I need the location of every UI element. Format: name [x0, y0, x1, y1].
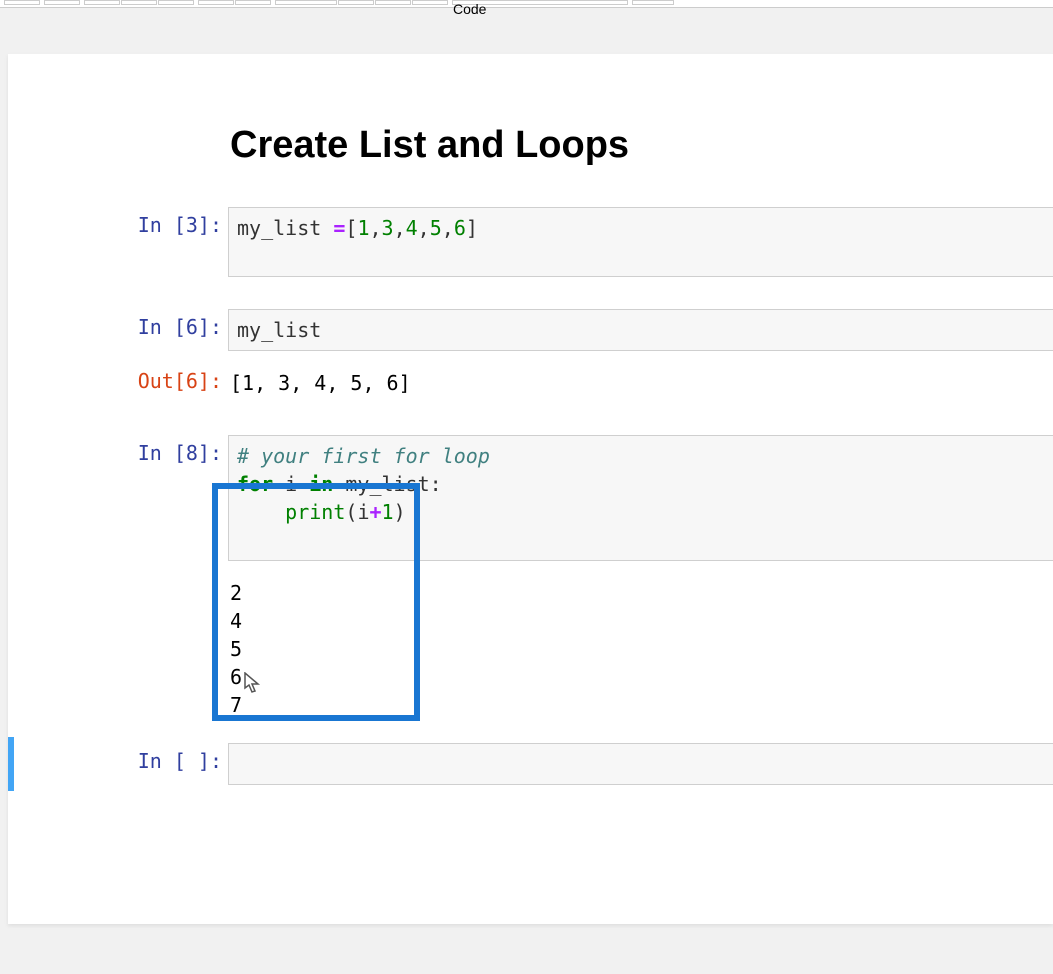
- paste-button[interactable]: [158, 0, 194, 5]
- code-input[interactable]: my_list =[1,3,4,5,6]: [228, 207, 1053, 277]
- out-prompt: Out[6]:: [8, 363, 228, 403]
- cut-button[interactable]: [84, 0, 120, 5]
- notebook: Create List and Loops In [3]: my_list =[…: [8, 54, 1053, 924]
- restart-button[interactable]: [375, 0, 411, 5]
- command-palette-button[interactable]: [632, 0, 674, 5]
- code-cell[interactable]: In [8]: # your first for loop for i in m…: [8, 429, 1053, 567]
- cell-type-select[interactable]: Code: [452, 0, 628, 5]
- in-prompt: In [8]:: [8, 435, 228, 561]
- out-prompt-empty: [8, 573, 228, 725]
- code-input[interactable]: [228, 743, 1053, 785]
- cell-output: [1, 3, 4, 5, 6]: [228, 363, 1053, 403]
- run-button[interactable]: [275, 0, 337, 5]
- copy-button[interactable]: [121, 0, 157, 5]
- restart-run-button[interactable]: [412, 0, 448, 5]
- code-cell[interactable]: In [3]: my_list =[1,3,4,5,6]: [8, 201, 1053, 283]
- code-input[interactable]: my_list: [228, 309, 1053, 351]
- add-cell-button[interactable]: [44, 0, 80, 5]
- notebook-area: Create List and Loops In [3]: my_list =[…: [0, 8, 1053, 974]
- code-input[interactable]: # your first for loop for i in my_list: …: [228, 435, 1053, 561]
- markdown-cell[interactable]: Create List and Loops: [8, 124, 1053, 167]
- move-up-button[interactable]: [198, 0, 234, 5]
- in-prompt: In [ ]:: [14, 743, 228, 785]
- heading: Create List and Loops: [230, 124, 1053, 167]
- code-cell[interactable]: In [6]: my_list: [8, 303, 1053, 357]
- save-button[interactable]: [4, 0, 40, 5]
- in-prompt: In [3]:: [8, 207, 228, 277]
- toolbar: Code: [0, 0, 1053, 8]
- output-row: 2 4 5 6 7: [8, 567, 1053, 731]
- interrupt-button[interactable]: [338, 0, 374, 5]
- output-row: Out[6]: [1, 3, 4, 5, 6]: [8, 357, 1053, 409]
- move-down-button[interactable]: [235, 0, 271, 5]
- code-cell-selected[interactable]: In [ ]:: [8, 737, 1053, 791]
- cell-output: 2 4 5 6 7: [228, 573, 1053, 725]
- in-prompt: In [6]:: [8, 309, 228, 351]
